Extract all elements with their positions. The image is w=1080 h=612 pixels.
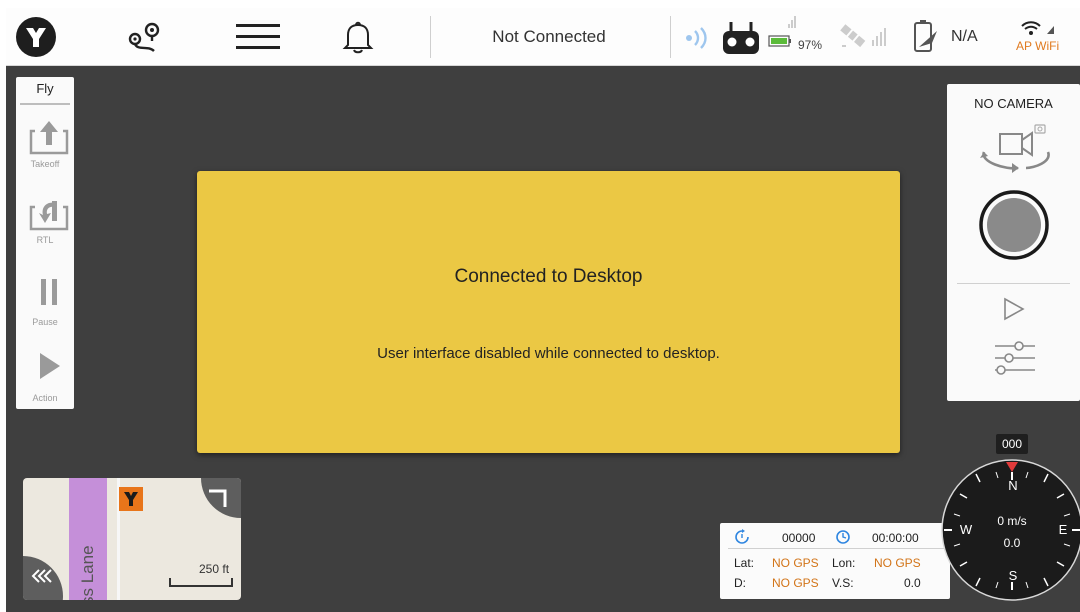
camera-panel: NO CAMERA — [947, 84, 1080, 401]
compass-north: N — [1008, 478, 1018, 493]
camera-panel-divider — [957, 283, 1070, 284]
battery-icon — [768, 14, 798, 55]
compass: 000 N E S W 0 m/s 0.0 — [940, 434, 1080, 612]
lon-label: Lon: — [832, 556, 856, 570]
flight-count: 00000 — [782, 531, 816, 545]
drone-battery-icon — [910, 19, 940, 60]
expand-map-icon[interactable] — [201, 478, 241, 518]
link-value: N/A — [951, 28, 978, 45]
camera-settings-icon — [995, 341, 1035, 375]
altitude-value: 0.0 — [1003, 536, 1021, 550]
fly-panel-divider — [20, 103, 70, 105]
takeoff-button[interactable]: Takeoff — [20, 117, 70, 179]
takeoff-icon — [29, 121, 69, 155]
compass-south: S — [1008, 568, 1018, 583]
remote-signal-icon — [684, 26, 712, 55]
vertical-speed-label: V.S: — [832, 576, 854, 590]
compass-west: W — [959, 522, 973, 537]
camera-settings-button[interactable] — [993, 340, 1037, 381]
wifi-label: AP WiFi — [1016, 39, 1060, 53]
record-button[interactable] — [978, 189, 1050, 266]
distance-value: NO GPS — [772, 576, 819, 590]
distance-label: D: — [734, 576, 746, 590]
controller-icon — [722, 20, 760, 61]
fly-panel-title: Fly — [36, 81, 54, 96]
top-bar-divider — [670, 16, 671, 58]
mini-map[interactable]: ss Lane 250 ft — [23, 478, 241, 600]
play-action-icon — [40, 353, 60, 379]
pause-icon — [41, 279, 57, 305]
ground-speed: 0 m/s — [997, 514, 1027, 528]
return-to-launch-icon — [29, 201, 69, 231]
flight-time: 00:00:00 — [872, 531, 919, 545]
telemetry-divider — [728, 548, 944, 549]
record-button-icon — [979, 190, 1049, 260]
fly-panel: Fly Takeoff RTL Pause Action — [16, 77, 74, 409]
desktop-connection-dialog: Connected to Desktop User interface disa… — [197, 171, 900, 453]
switch-camera-icon[interactable] — [976, 122, 1056, 183]
satellite-gps-icon — [838, 20, 894, 57]
dialog-message: User interface disabled while connected … — [377, 345, 720, 362]
map-scale-label: 250 ft — [199, 562, 230, 576]
playback-icon — [1004, 297, 1025, 321]
pause-button[interactable]: Pause — [20, 273, 70, 335]
telemetry-panel: 00000 00:00:00 Lat: NO GPS Lon: NO GPS D… — [720, 523, 950, 599]
hamburger-menu-icon[interactable] — [236, 23, 280, 56]
lat-value: NO GPS — [772, 556, 819, 570]
rtl-label: RTL — [36, 235, 54, 245]
mission-route-icon[interactable] — [124, 21, 164, 60]
map-street-label: ss Lane — [78, 545, 97, 600]
action-button[interactable]: Action — [20, 347, 70, 409]
compass-east: E — [1058, 522, 1068, 537]
collapse-panel-icon[interactable] — [23, 556, 63, 600]
connection-status[interactable]: Not Connected — [436, 27, 662, 47]
pause-label: Pause — [32, 317, 58, 327]
action-label: Action — [32, 393, 58, 403]
dialog-title: Connected to Desktop — [454, 266, 643, 287]
flight-count-icon — [735, 529, 749, 544]
playback-button[interactable] — [1001, 296, 1027, 327]
flight-view: Not Connected 97% N/A AP WiFi Fly Takeof… — [6, 8, 1080, 612]
heading-readout: 000 — [996, 434, 1028, 454]
notification-bell-icon[interactable] — [342, 20, 374, 59]
lon-value: NO GPS — [874, 556, 921, 570]
camera-status: NO CAMERA — [974, 96, 1053, 111]
vertical-speed-value: 0.0 — [904, 576, 921, 590]
takeoff-label: Takeoff — [30, 159, 60, 169]
battery-percent: 97% — [798, 38, 823, 52]
app-logo-icon[interactable] — [16, 17, 56, 57]
lat-label: Lat: — [734, 556, 755, 570]
top-bar: Not Connected 97% N/A AP WiFi — [6, 8, 1080, 66]
map-scale-bar — [169, 578, 233, 587]
top-bar-divider — [430, 16, 431, 58]
rtl-button[interactable]: RTL — [20, 193, 70, 255]
map-marker-icon — [119, 487, 143, 511]
flight-timer-icon — [836, 530, 850, 544]
